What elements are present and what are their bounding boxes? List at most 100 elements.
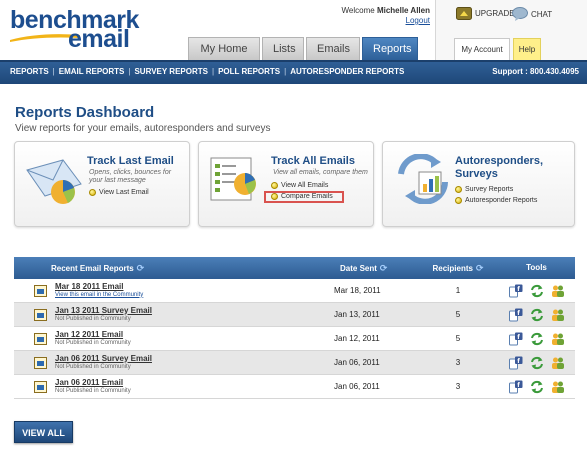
refresh-arrows-icon[interactable] [530, 380, 544, 394]
column-header-tools: Tools [526, 263, 547, 272]
tab-emails[interactable]: Emails [306, 37, 360, 60]
column-header-date-label: Date Sent [340, 264, 377, 273]
arrow-bullet-icon [455, 186, 462, 193]
users-group-icon[interactable] [551, 356, 565, 370]
cell-email-name: Mar 18 2011 Email View this email in the … [14, 282, 320, 300]
cell-tools: f [498, 356, 575, 370]
tab-lists[interactable]: Lists [262, 37, 304, 60]
table-row[interactable]: Jan 06 2011 Email Not Published in Commun… [14, 375, 575, 399]
table-row[interactable]: Mar 18 2011 Email View this email in the … [14, 279, 575, 303]
view-last-email-link[interactable]: View Last Email [89, 189, 149, 196]
autoresponder-reports-link[interactable]: Autoresponder Reports [455, 197, 537, 204]
svg-text:f: f [517, 357, 520, 364]
svg-text:f: f [517, 309, 520, 316]
autoresponder-cycle-icon [398, 154, 448, 204]
cell-tools: f [498, 308, 575, 322]
cell-recipients: 1 [455, 286, 461, 295]
svg-text:f: f [517, 333, 520, 340]
cell-date-sent: Mar 18, 2011 [334, 286, 381, 295]
nav-autoresponder-reports[interactable]: AUTORESPONDER REPORTS [290, 67, 404, 76]
cell-email-name: Jan 06 2011 Survey Email Not Published in… [14, 354, 320, 372]
community-status: Not Published in Community [55, 315, 131, 322]
share-facebook-icon[interactable]: f [508, 356, 523, 370]
refresh-arrows-icon[interactable] [530, 308, 544, 322]
svg-text:f: f [517, 381, 520, 388]
upgrade-button[interactable]: UPGRADE [456, 7, 515, 20]
logout-link[interactable]: Logout [300, 16, 430, 26]
tab-reports[interactable]: Reports [362, 37, 418, 60]
cell-recipients: 5 [455, 334, 461, 343]
column-header-date[interactable]: Date Sent ⟳ [320, 257, 418, 279]
email-title-link[interactable]: Jan 06 2011 Email [55, 378, 131, 387]
community-status[interactable]: View this email in the Community [55, 291, 143, 300]
cell-email-name: Jan 13 2011 Survey Email Not Published in… [14, 306, 320, 324]
chat-button[interactable]: CHAT [512, 7, 552, 21]
recent-email-reports-table: Recent Email Reports ⟳ Date Sent ⟳ Recipie… [14, 257, 575, 399]
email-title-link[interactable]: Jan 06 2011 Survey Email [55, 354, 152, 363]
refresh-arrows-icon[interactable] [530, 284, 544, 298]
column-header-recipients[interactable]: Recipients ⟳ [418, 257, 498, 279]
page-title: Reports Dashboard [15, 104, 155, 121]
view-all-button[interactable]: VIEW ALL [14, 421, 73, 443]
autoresponder-reports-label: Autoresponder Reports [465, 197, 538, 204]
email-title-link[interactable]: Jan 12 2011 Email [55, 330, 131, 339]
email-report-icon [34, 332, 47, 345]
survey-reports-link[interactable]: Survey Reports [455, 186, 513, 193]
cell-tools: f [498, 380, 575, 394]
card-track-last-email[interactable]: Track Last Email Opens, clicks, bounces … [14, 141, 190, 227]
sort-refresh-icon[interactable]: ⟳ [137, 257, 145, 279]
user-name: Michelle Allen [376, 6, 430, 15]
refresh-arrows-icon[interactable] [530, 332, 544, 346]
tab-help[interactable]: Help [513, 38, 541, 60]
card-title-track-all-emails: Track All Emails [271, 155, 355, 167]
survey-reports-label: Survey Reports [465, 186, 514, 193]
table-row[interactable]: Jan 12 2011 Email Not Published in Commun… [14, 327, 575, 351]
column-header-name[interactable]: Recent Email Reports ⟳ [14, 257, 320, 279]
email-title-link[interactable]: Mar 18 2011 Email [55, 282, 143, 291]
email-report-icon [34, 308, 47, 321]
email-name-block: Mar 18 2011 Email View this email in the … [55, 282, 143, 300]
cell-email-name: Jan 12 2011 Email Not Published in Commun… [14, 330, 320, 348]
table-row[interactable]: Jan 06 2011 Survey Email Not Published in… [14, 351, 575, 375]
card-autoresponders-surveys[interactable]: Autoresponders, Surveys Survey Reports A… [382, 141, 575, 227]
share-facebook-icon[interactable]: f [508, 380, 523, 394]
cell-date-sent: Jan 06, 2011 [334, 358, 380, 367]
card-title-track-last-email: Track Last Email [87, 155, 174, 167]
sort-refresh-icon[interactable]: ⟳ [476, 257, 484, 279]
nav-reports[interactable]: REPORTS [10, 67, 49, 76]
benchmark-email-logo[interactable]: benchmark email [10, 8, 150, 52]
users-group-icon[interactable] [551, 332, 565, 346]
email-name-block: Jan 06 2011 Email Not Published in Commun… [55, 378, 131, 396]
nav-separator: | [52, 67, 55, 76]
sort-refresh-icon[interactable]: ⟳ [380, 257, 388, 279]
tab-my-home[interactable]: My Home [188, 37, 260, 60]
welcome-message: Welcome Michelle Allen Logout [300, 6, 430, 26]
table-row[interactable]: Jan 13 2011 Survey Email Not Published in… [14, 303, 575, 327]
cell-recipients: 3 [455, 358, 461, 367]
nav-email-reports[interactable]: EMAIL REPORTS [59, 67, 125, 76]
refresh-arrows-icon[interactable] [530, 356, 544, 370]
card-title-autoresponders-line2: Surveys [455, 168, 498, 180]
card-track-all-emails[interactable]: Track All Emails View all emails, compar… [198, 141, 374, 227]
share-facebook-icon[interactable]: f [508, 332, 523, 346]
community-status: Not Published in Community [55, 363, 131, 370]
nav-poll-reports[interactable]: POLL REPORTS [218, 67, 280, 76]
upgrade-label: UPGRADE [475, 9, 515, 18]
table-body: Mar 18 2011 Email View this email in the … [14, 279, 575, 399]
cell-email-name: Jan 06 2011 Email Not Published in Commun… [14, 378, 320, 396]
share-facebook-icon[interactable]: f [508, 308, 523, 322]
share-facebook-icon[interactable]: f [508, 284, 523, 298]
users-group-icon[interactable] [551, 380, 565, 394]
tab-my-account[interactable]: My Account [454, 38, 510, 60]
account-area: UPGRADE CHAT My Account Help [435, 0, 587, 60]
card-desc-track-last-email: Opens, clicks, bounces for your last mes… [89, 169, 172, 184]
email-title-link[interactable]: Jan 13 2011 Survey Email [55, 306, 152, 315]
nav-survey-reports[interactable]: SURVEY REPORTS [134, 67, 208, 76]
users-group-icon[interactable] [551, 308, 565, 322]
arrow-bullet-icon [89, 189, 96, 196]
email-name-block: Jan 12 2011 Email Not Published in Commun… [55, 330, 131, 348]
users-group-icon[interactable] [551, 284, 565, 298]
nav-separator: | [211, 67, 215, 76]
arrow-bullet-icon [455, 197, 462, 204]
view-all-emails-link[interactable]: View All Emails [271, 182, 328, 189]
